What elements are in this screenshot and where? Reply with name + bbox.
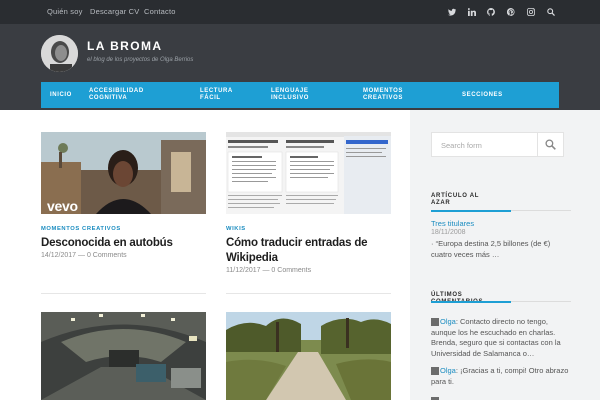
top-bar: Quién soy Descargar CV Contacto — [0, 0, 600, 24]
pinterest-icon[interactable] — [503, 4, 519, 20]
meta-separator: — — [262, 267, 270, 274]
post-category[interactable]: MOMENTOS CREATIVOS — [41, 226, 121, 232]
instagram-icon[interactable] — [523, 4, 539, 20]
post-thumbnail[interactable] — [226, 312, 391, 400]
post-date[interactable]: 11/12/2017 — [226, 267, 261, 274]
post-divider — [226, 293, 391, 294]
widget-title-rule — [511, 210, 571, 211]
widget-title-comments: ÚLTIMOS COMENTARIOS — [431, 292, 483, 305]
random-post-date: 18/11/2008 — [431, 229, 466, 236]
meta-separator: — — [78, 252, 85, 259]
comment-item: Olga: Contacto directo no tengo, aunque … — [431, 317, 571, 359]
avatar[interactable] — [41, 35, 78, 72]
vevo-logo: vevo — [47, 198, 78, 214]
post-title[interactable]: Desconocida en autobús — [41, 236, 211, 251]
comment-author-link[interactable]: Olga — [440, 317, 456, 326]
linkedin-icon[interactable] — [464, 4, 480, 20]
widget-title-underline — [431, 301, 511, 303]
twitter-icon[interactable] — [444, 4, 460, 20]
nav-item-lectura-facil[interactable]: LECTURA FÁCIL — [200, 88, 250, 102]
site-description: el blog de los proyectos de Olga Berrios — [87, 57, 194, 63]
widget-title-random: ARTÍCULO AL AZAR — [431, 193, 480, 206]
nav-item-lenguaje-inclusivo[interactable]: LENGUAJE INCLUSIVO — [271, 88, 331, 102]
random-post-link[interactable]: Tres titulares — [431, 219, 474, 228]
search-icon[interactable] — [543, 4, 559, 20]
post-date[interactable]: 14/12/2017 — [41, 252, 76, 259]
github-icon[interactable] — [483, 4, 499, 20]
main-nav: INICIO ACCESIBILIDAD COGNITIVA LECTURA F… — [41, 82, 559, 108]
site-header: LA BROMA el blog de los proyectos de Olg… — [0, 24, 600, 110]
nav-item-inicio[interactable]: INICIO — [50, 92, 72, 99]
post-comments-link[interactable]: 0 Comments — [87, 252, 127, 259]
random-post-excerpt: · “Europa destina 2,5 billones (de €) cu… — [431, 239, 551, 259]
nav-item-accesibilidad-cognitiva[interactable]: ACCESIBILIDAD COGNITIVA — [89, 88, 169, 102]
top-link-contacto[interactable]: Contacto — [144, 7, 176, 16]
comment-author-link[interactable]: Olga — [440, 366, 456, 375]
search-button[interactable] — [537, 132, 564, 157]
post-divider — [41, 293, 206, 294]
main-content: vevo MOMENTOS CREATIVOS Desconocida en a… — [0, 110, 410, 400]
widget-title-underline — [431, 210, 511, 212]
widget-title-rule — [511, 301, 571, 302]
nav-item-secciones[interactable]: SECCIONES — [462, 92, 503, 99]
top-link-quien-soy[interactable]: Quién soy — [47, 7, 83, 16]
top-link-descargar-cv[interactable]: Descargar CV — [90, 7, 140, 16]
post-thumbnail[interactable] — [226, 132, 391, 214]
post-title[interactable]: Cómo traducir entradas de Wikipedia — [226, 236, 396, 266]
post-comments-link[interactable]: 0 Comments — [271, 267, 311, 274]
site-title[interactable]: LA BROMA — [87, 39, 162, 53]
post-category[interactable]: WIKIS — [226, 226, 246, 232]
post-meta: 14/12/2017 — 0 Comments — [41, 252, 127, 259]
comment-item: Olga: ¡Gracias a ti, compi! Otro abrazo … — [431, 366, 571, 387]
post-meta: 11/12/2017 — 0 Comments — [226, 267, 311, 274]
sidebar: Search form ARTÍCULO AL AZAR Tres titula… — [410, 110, 600, 400]
post-thumbnail[interactable]: vevo — [41, 132, 206, 214]
post-thumbnail[interactable] — [41, 312, 206, 400]
search-icon — [545, 139, 556, 150]
search-input[interactable]: Search form — [441, 141, 482, 150]
nav-item-momentos-creativos[interactable]: MOMENTOS CREATIVOS — [363, 88, 423, 102]
